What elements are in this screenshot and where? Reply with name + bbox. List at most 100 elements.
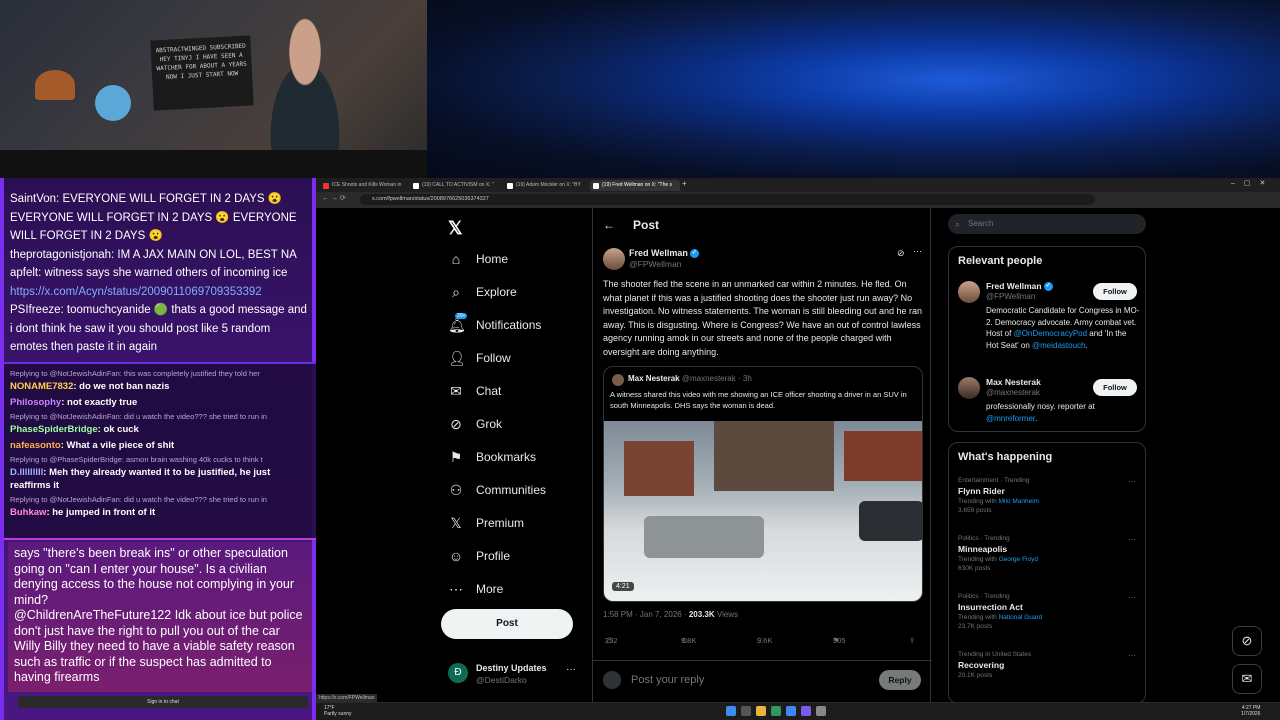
account-handle: @DestiDarko [476,675,527,685]
video-house [714,421,834,491]
system-clock[interactable]: 4:27 PM 1/7/2026 [1241,705,1260,717]
video-thumbnail[interactable]: 4:21 [604,421,922,601]
post-actions: 💬︎ 252 ⟲ 3.8K ♡ 9.6K ⚑ 505 ⇪ [603,636,923,650]
nav-label: Chat [476,384,502,398]
sign-in-to-chat-button[interactable]: Sign in to chat [18,696,308,708]
chat-username: NONAME7832 [10,381,74,392]
browser-tab[interactable]: (19) CALL TO ACTIVISM on X: " [410,180,500,191]
trend-with-link[interactable]: Milo Manheim [999,498,1039,505]
weather-widget[interactable]: 17°F Partly sunny [324,705,352,717]
trend-item[interactable]: Politics · Trending Minneapolis Trending… [958,535,1142,572]
browser-tab[interactable]: ICE Shoots and Kills Woman in [320,180,406,191]
bio-link[interactable]: @meidastouch [1032,341,1085,350]
nav-label: Explore [476,285,517,299]
author-avatar[interactable] [603,248,625,270]
start-icon[interactable] [726,706,736,716]
tab-label: ICE Shoots and Kills Woman in [332,182,402,188]
reply-composer: Post your reply Reply [593,660,932,702]
trend-category: Trending in United States [958,651,1032,658]
chat-username: Buhkaw [10,507,47,518]
card-title: What's happening [958,451,1053,463]
follow-button[interactable]: Follow [1093,379,1137,396]
nav-explore[interactable]: ⌕ Explore [448,281,598,303]
app-icon[interactable] [801,706,811,716]
tab-label: (19) Fred Wellman on X: "The s [602,182,673,188]
trend-with-label: Trending with [958,556,997,563]
trend-item[interactable]: Entertainment · Trending Flynn Rider Tre… [958,477,1142,514]
reply-input[interactable]: Post your reply [631,674,704,686]
nav-more[interactable]: ⋯ More [448,578,598,600]
nav-profile[interactable]: ☺ Profile [448,545,598,567]
nav-bookmarks[interactable]: ⚑ Bookmarks [448,446,598,468]
bio-link[interactable]: @OnDemocracyPod [1014,329,1087,338]
trend-title: Flynn Rider [958,486,1005,496]
webcam-lamp [35,70,75,100]
nav-communities[interactable]: ⚇ Communities [448,479,598,501]
chrome-icon[interactable] [786,706,796,716]
search-placeholder: Search [968,219,994,228]
person-avatar [958,377,980,399]
more-options-icon[interactable]: ··· [913,246,922,256]
nav-label: More [476,582,504,596]
account-switcher[interactable]: Đ Destiny Updates @DestiDarko ··· [448,660,588,690]
author-name[interactable]: Fred Wellman ✓ [629,248,699,259]
browser-tab[interactable]: (19) Adam Mockler on X: "BY [504,180,594,191]
verified-badge-icon: ✓ [1043,282,1053,292]
nav-home[interactable]: ⌂ Home [448,248,598,270]
back-forward-reload-icon[interactable]: ← → ⟳ [322,194,346,202]
more-icon[interactable]: ··· [1128,593,1136,602]
search-input[interactable]: ⌕ Search [948,214,1146,234]
nav-follow[interactable]: 👤︎ Follow [448,347,598,369]
grok-icon[interactable]: ⊘ [897,248,905,259]
quote-author: Max Nesterak [628,374,680,383]
reply-count: 252 [605,636,618,645]
follow-button[interactable]: Follow [1093,283,1137,300]
url-field[interactable]: x.com/fpwellman/status/20089766250363743… [360,194,1095,205]
weather-desc: Partly sunny [324,711,352,717]
bio-link[interactable]: @mnreformer [986,414,1035,423]
nav-chat[interactable]: ✉ Chat [448,380,598,402]
nav-label: Bookmarks [476,450,537,464]
post-button[interactable]: Post [441,609,573,639]
more-icon[interactable]: ··· [1128,535,1136,544]
webcam-sign: ABSTRACTWINGED SUBSCRIBED HEY TINYJ I HA… [150,35,254,111]
trend-item[interactable]: Politics · Trending Insurrection Act Tre… [958,593,1142,630]
reply-button[interactable]: Reply [879,670,921,690]
author-handle[interactable]: @FPWellman [629,259,681,269]
chat-text: ok cuck [103,424,139,435]
back-arrow-icon[interactable]: ← [603,218,623,232]
person-icon: ☺ [448,548,464,564]
chat-message: nafeasonto: What a vile piece of shit [10,440,175,451]
x-logo-icon[interactable]: 𝕏 [448,218,463,239]
browser-tab-active[interactable]: (19) Fred Wellman on X: "The s [590,180,680,191]
grok-fab-icon[interactable]: ⊘ [1232,626,1262,656]
quoted-post[interactable]: Max Nesterak @maxnesterak · 3h A witness… [603,366,923,602]
more-icon: ⋯ [449,580,463,597]
window-controls[interactable]: –▢✕ [1231,179,1274,187]
messages-fab-icon[interactable]: ✉ [1232,664,1262,694]
reply-context: Replying to @NotJewishAdinFan: did u wat… [10,495,267,504]
trend-item[interactable]: Trending in United States Recovering 20.… [958,651,1142,679]
person-bio: professionally nosy. reporter at @mnrefo… [986,401,1140,424]
nav-notifications[interactable]: 🔔︎ 20+ Notifications [448,312,598,336]
new-tab-button[interactable]: + [682,179,687,188]
chat-message: D.lllllllll: Meh they already wanted it … [10,467,271,491]
post-meta: 1:58 PM · Jan 7, 2026 · 203.3K Views [603,610,738,619]
nav-label: Follow [476,351,511,365]
more-icon[interactable]: ··· [1128,651,1136,660]
share-icon[interactable]: ⇪ [909,636,915,645]
more-icon[interactable]: ··· [1128,477,1136,486]
nav-premium[interactable]: 𝕏 Premium [448,512,598,534]
user-avatar [603,671,621,689]
trend-with-link[interactable]: George Floyd [999,556,1038,563]
nav-grok[interactable]: ⊘ Grok [448,413,598,435]
tab-strip: ICE Shoots and Kills Woman in (19) CALL … [316,178,1280,192]
app-icon[interactable] [816,706,826,716]
search-icon[interactable] [741,706,751,716]
chat-link[interactable]: https://x.com/Acyn/status/20090110697093… [10,283,310,302]
trend-with-link[interactable]: National Guard [999,614,1043,621]
whats-happening-card: What's happening Entertainment · Trendin… [948,442,1146,704]
chat-text: says "there's been break ins" or other s… [14,546,295,607]
file-explorer-icon[interactable] [756,706,766,716]
app-icon[interactable] [771,706,781,716]
